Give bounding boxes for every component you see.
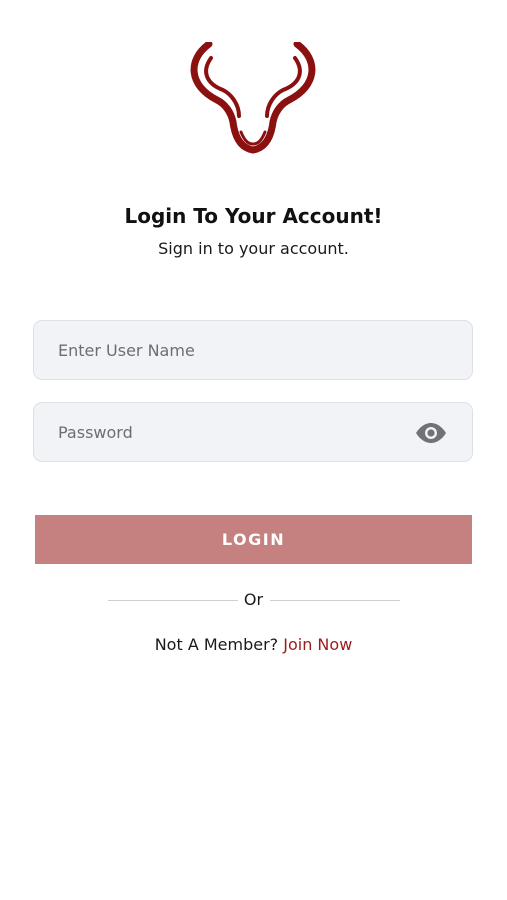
login-screen: Login To Your Account! Sign in to your a…: [0, 0, 507, 900]
page-subtitle: Sign in to your account.: [158, 239, 349, 258]
username-field[interactable]: [33, 320, 473, 380]
username-input[interactable]: [34, 321, 472, 379]
bull-head-logo: [190, 42, 316, 154]
login-button[interactable]: LOGIN: [35, 515, 472, 564]
join-now-link[interactable]: Join Now: [283, 635, 352, 654]
signup-prompt-text: Not A Member?: [154, 635, 279, 654]
signup-prompt: Not A Member? Join Now: [0, 635, 507, 654]
divider-label: Or: [243, 590, 264, 609]
eye-icon[interactable]: [414, 422, 448, 444]
password-field[interactable]: [33, 402, 473, 462]
password-input[interactable]: [34, 403, 472, 461]
page-title: Login To Your Account!: [124, 204, 383, 228]
